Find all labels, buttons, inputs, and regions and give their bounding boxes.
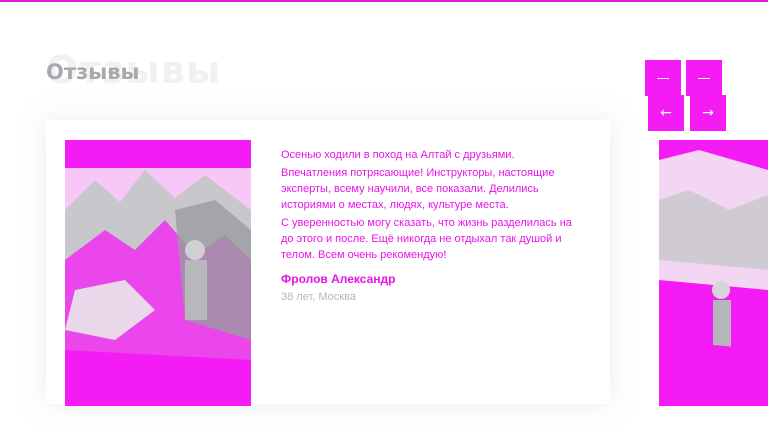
prev-arrow-ghost-button[interactable]: — (645, 60, 681, 96)
next-arrow-button[interactable]: → (690, 95, 726, 131)
review-author-meta: 38 лет, Москва (281, 291, 356, 303)
next-arrow-ghost-button[interactable]: — (686, 60, 722, 96)
review-text: Осенью ходили в поход на Алтай с друзьям… (281, 147, 577, 305)
review-author: Фролов Александр (281, 272, 396, 286)
review-photo (65, 140, 251, 406)
next-review-photo-peek (659, 140, 768, 406)
review-paragraph-1: Осенью ходили в поход на Алтай с друзьям… (281, 149, 515, 161)
section-title: Отзывы (46, 60, 140, 84)
review-paragraph-3: С уверенностью могу сказать, что жизнь р… (281, 217, 572, 261)
review-paragraph-2: Впечатления потрясающие! Инструкторы, на… (281, 167, 555, 211)
prev-arrow-button[interactable]: ← (648, 95, 684, 131)
top-accent-line (0, 0, 768, 2)
